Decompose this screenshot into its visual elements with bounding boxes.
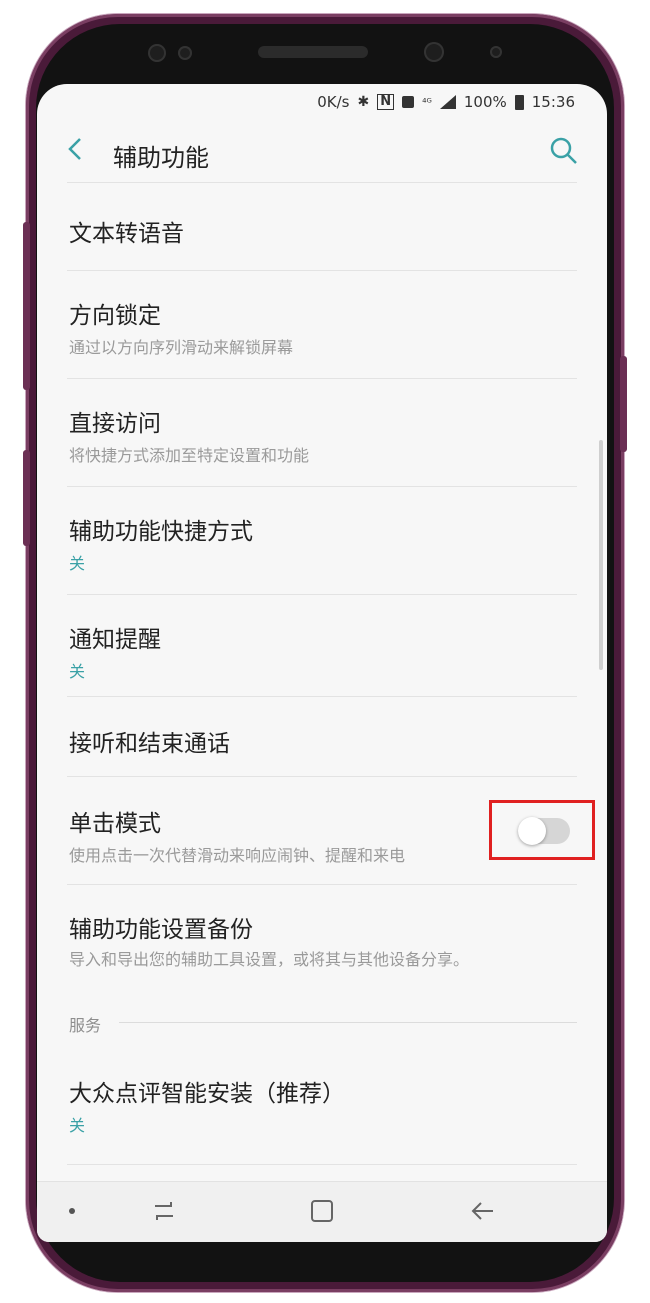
status-bar: 0K/s ✱ N ⁴ᴳ 100% 15:36 — [37, 84, 607, 122]
sensor-icon — [178, 46, 192, 60]
vibrate-icon — [402, 96, 415, 108]
battery-level: 100% — [463, 93, 507, 111]
clock: 15:36 — [531, 93, 575, 111]
bluetooth-icon: ✱ — [357, 94, 370, 110]
highlight-box — [489, 800, 595, 860]
item-title: 单击模式 — [69, 811, 161, 837]
section-divider — [119, 1022, 577, 1023]
list-item-text-to-speech[interactable]: 文本转语音 — [37, 182, 607, 270]
list-item-direction-lock[interactable]: 方向锁定 通过以方向序列滑动来解锁屏幕 — [37, 270, 607, 378]
sensor-icon — [148, 44, 166, 62]
item-title: 接听和结束通话 — [69, 731, 230, 757]
item-subtitle: 通过以方向序列滑动来解锁屏幕 — [69, 338, 294, 357]
navigation-bar — [37, 1181, 607, 1242]
scrollbar[interactable] — [599, 440, 603, 670]
wifi-icon: ⁴ᴳ — [422, 95, 432, 109]
back-icon[interactable] — [467, 1196, 497, 1226]
item-status: 关 — [69, 554, 86, 573]
screen: 0K/s ✱ N ⁴ᴳ 100% 15:36 辅助功能 文本转语音 方向锁定 通… — [37, 84, 607, 1242]
nfc-icon: N — [377, 94, 395, 110]
list-item-answer-end-calls[interactable]: 接听和结束通话 — [37, 696, 607, 776]
home-icon[interactable] — [307, 1196, 337, 1226]
front-camera-icon — [424, 42, 444, 62]
item-title: 通知提醒 — [69, 627, 161, 653]
list-item-accessibility-shortcut[interactable]: 辅助功能快捷方式 关 — [37, 486, 607, 594]
bixby-button — [23, 450, 30, 546]
battery-icon — [514, 94, 524, 110]
page-title: 辅助功能 — [113, 144, 209, 172]
list-item-notification-reminder[interactable]: 通知提醒 关 — [37, 594, 607, 696]
list-item-dianping-install[interactable]: 大众点评智能安装（推荐） 关 — [37, 1044, 607, 1154]
search-icon[interactable] — [549, 136, 579, 166]
item-subtitle: 将快捷方式添加至特定设置和功能 — [69, 446, 310, 465]
list-item-direct-access[interactable]: 直接访问 将快捷方式添加至特定设置和功能 — [37, 378, 607, 486]
signal-icon — [439, 95, 456, 109]
item-subtitle: 使用点击一次代替滑动来响应闹钟、提醒和来电 — [69, 846, 406, 865]
item-status: 关 — [69, 1116, 86, 1135]
nav-dot-icon[interactable] — [69, 1208, 75, 1214]
section-header: 服务 — [69, 1016, 102, 1035]
app-bar: 辅助功能 — [37, 122, 607, 182]
sensor-icon — [490, 46, 502, 58]
item-title: 大众点评智能安装（推荐） — [69, 1081, 345, 1107]
item-title: 文本转语音 — [69, 221, 184, 247]
toggle-knob — [518, 817, 546, 845]
item-subtitle: 导入和导出您的辅助工具设置，或将其与其他设备分享。 — [69, 950, 470, 969]
divider — [67, 1164, 577, 1165]
chevron-left-icon[interactable] — [65, 134, 85, 170]
power-button — [620, 356, 627, 452]
net-speed: 0K/s — [317, 93, 350, 111]
item-title: 方向锁定 — [69, 303, 161, 329]
item-title: 直接访问 — [69, 411, 161, 437]
single-tap-mode-toggle[interactable] — [518, 817, 570, 845]
item-title: 辅助功能快捷方式 — [69, 519, 253, 545]
item-title: 辅助功能设置备份 — [69, 917, 253, 943]
volume-button — [23, 222, 30, 390]
earpiece-speaker — [258, 46, 368, 58]
item-status: 关 — [69, 662, 86, 681]
recent-apps-icon[interactable] — [149, 1196, 179, 1226]
status-indicators: 0K/s ✱ N ⁴ᴳ 100% 15:36 — [317, 93, 575, 111]
list-item-settings-backup[interactable]: 辅助功能设置备份 导入和导出您的辅助工具设置，或将其与其他设备分享。 — [37, 884, 607, 994]
